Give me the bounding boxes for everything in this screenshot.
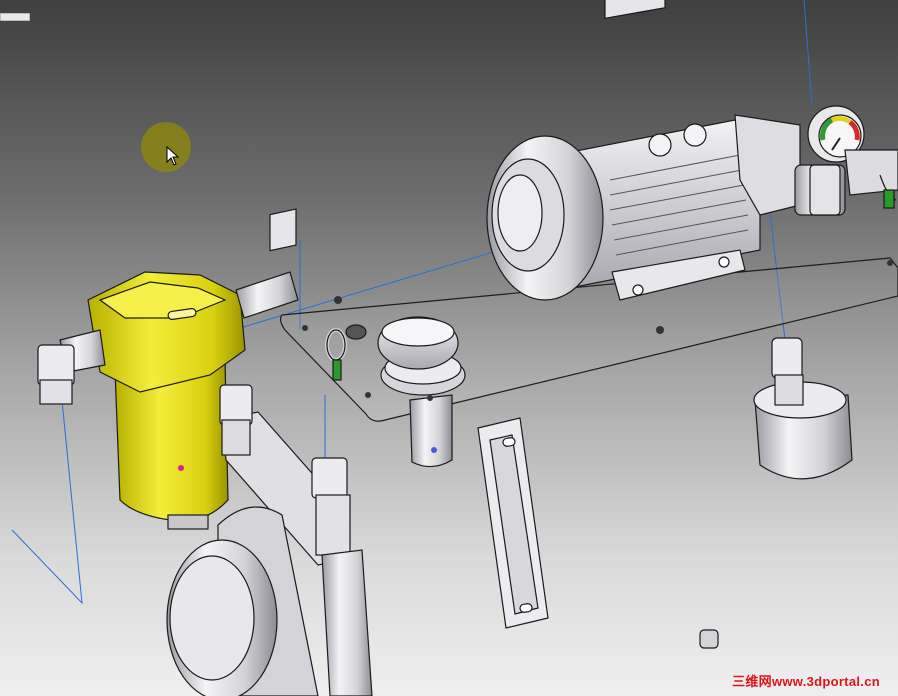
level-gauge[interactable] (477, 417, 549, 629)
electric-motor[interactable] (486, 0, 801, 301)
assembly-scene[interactable] (0, 0, 898, 696)
cad-3d-viewport[interactable]: 三维网www.3dportal.cn (0, 0, 898, 696)
watermark-text: 三维网www.3dportal.cn (732, 674, 880, 689)
suction-strainer[interactable] (753, 337, 853, 480)
arrow-cursor-icon (166, 146, 180, 166)
drain-plug[interactable] (699, 629, 719, 649)
